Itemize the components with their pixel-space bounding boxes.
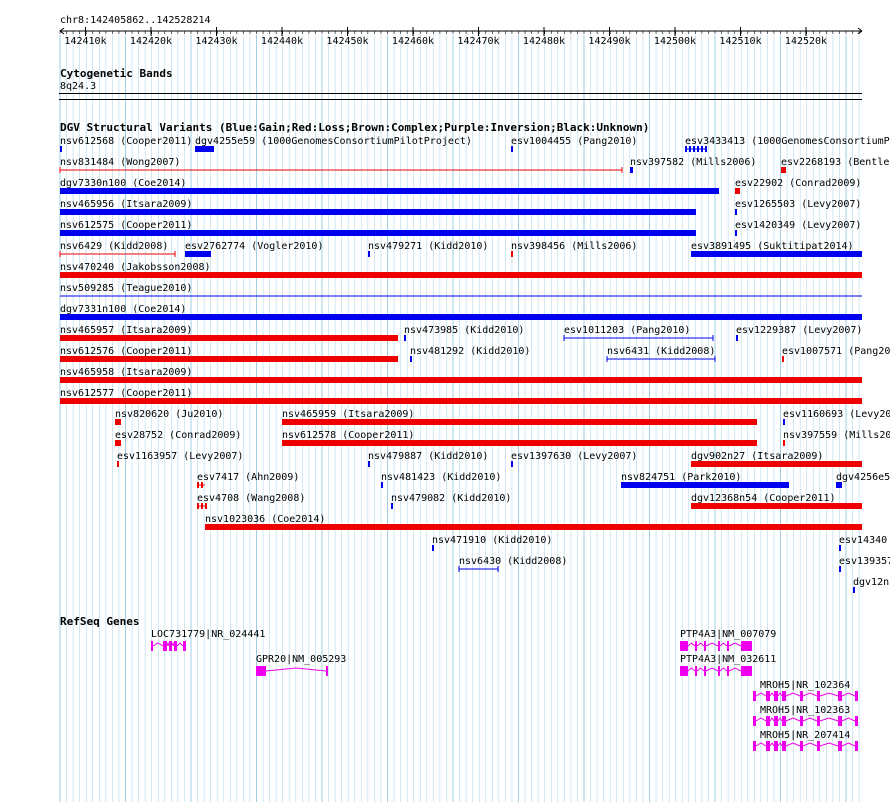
gene-label[interactable]: MROH5|NR_102364 bbox=[760, 680, 850, 691]
gene-intron bbox=[687, 667, 696, 672]
gene-intron bbox=[166, 641, 170, 647]
gene-label[interactable]: PTP4A3|NM_007079 bbox=[680, 629, 776, 640]
gene-exon[interactable] bbox=[766, 741, 770, 751]
gene-intron bbox=[705, 667, 719, 672]
gene-exon[interactable] bbox=[774, 741, 778, 751]
gene-intron bbox=[802, 742, 818, 747]
gene-exon[interactable] bbox=[800, 716, 803, 726]
gene-exon[interactable] bbox=[855, 691, 858, 701]
gene-intron bbox=[171, 641, 175, 647]
gene-intron bbox=[841, 692, 856, 697]
gene-intron bbox=[687, 642, 696, 647]
gene-label[interactable]: MROH5|NR_102363 bbox=[760, 705, 850, 716]
gene-label[interactable]: LOC731779|NR_024441 bbox=[151, 629, 265, 640]
gene-exon[interactable] bbox=[704, 641, 706, 651]
gene-intron bbox=[802, 692, 818, 697]
gene-exon[interactable] bbox=[718, 641, 720, 651]
gene-exon[interactable] bbox=[695, 641, 697, 651]
gene-intron bbox=[841, 742, 856, 747]
gene-intron bbox=[777, 717, 783, 722]
gene-exon[interactable] bbox=[782, 741, 786, 751]
gene-exon[interactable] bbox=[169, 641, 172, 651]
gene-exon[interactable] bbox=[680, 666, 688, 676]
gene-label[interactable]: PTP4A3|NM_032611 bbox=[680, 654, 776, 665]
gene-intron bbox=[769, 742, 775, 747]
gene-exon[interactable] bbox=[855, 741, 858, 751]
gene-exon[interactable] bbox=[838, 691, 842, 701]
gene-exon[interactable] bbox=[753, 741, 756, 751]
gene-exon[interactable] bbox=[817, 691, 820, 701]
gene-exon[interactable] bbox=[718, 666, 720, 676]
gene-exon[interactable] bbox=[800, 691, 803, 701]
gene-exon[interactable] bbox=[174, 641, 177, 651]
gene-exon[interactable] bbox=[774, 691, 778, 701]
gene-exon[interactable] bbox=[163, 641, 167, 651]
gene-intron bbox=[769, 717, 775, 722]
gene-exon[interactable] bbox=[183, 641, 186, 651]
refseq-features bbox=[151, 641, 858, 751]
gene-label[interactable]: GPR20|NM_005293 bbox=[256, 654, 346, 665]
gene-intron bbox=[728, 667, 742, 672]
gene-exon[interactable] bbox=[151, 641, 153, 651]
gene-intron bbox=[728, 642, 742, 647]
gene-exon[interactable] bbox=[817, 716, 820, 726]
gene-exon[interactable] bbox=[753, 716, 756, 726]
gene-intron bbox=[841, 717, 856, 722]
gene-intron bbox=[819, 717, 839, 722]
gene-intron bbox=[755, 742, 767, 747]
gene-exon[interactable] bbox=[256, 666, 266, 676]
gene-exon[interactable] bbox=[838, 716, 842, 726]
gene-exon[interactable] bbox=[838, 741, 842, 751]
gene-exon[interactable] bbox=[695, 666, 697, 676]
gene-intron bbox=[777, 692, 783, 697]
gene-exon[interactable] bbox=[727, 641, 729, 651]
genome-browser: chr8:142405862..142528214 142410k 142420k… bbox=[0, 0, 890, 802]
gene-intron bbox=[785, 692, 801, 697]
gene-intron bbox=[819, 742, 839, 747]
gene-intron bbox=[785, 717, 801, 722]
gene-intron bbox=[785, 742, 801, 747]
gene-intron bbox=[755, 692, 767, 697]
gene-exon[interactable] bbox=[855, 716, 858, 726]
gene-exon[interactable] bbox=[774, 716, 778, 726]
gene-exon[interactable] bbox=[753, 691, 756, 701]
gene-intron bbox=[755, 717, 767, 722]
gene-intron bbox=[777, 742, 783, 747]
gene-intron bbox=[819, 692, 839, 697]
gene-exon[interactable] bbox=[741, 666, 752, 676]
gene-intron bbox=[719, 667, 728, 672]
gene-intron bbox=[769, 692, 775, 697]
gene-intron bbox=[696, 642, 705, 647]
gene-exon[interactable] bbox=[326, 666, 328, 676]
gene-exon[interactable] bbox=[727, 666, 729, 676]
gene-intron bbox=[152, 642, 164, 647]
gene-exon[interactable] bbox=[800, 741, 803, 751]
gene-exon[interactable] bbox=[782, 716, 786, 726]
gene-exon[interactable] bbox=[766, 716, 770, 726]
gene-label[interactable]: MROH5|NR_207414 bbox=[760, 730, 850, 741]
gene-intron bbox=[705, 642, 719, 647]
gene-exon[interactable] bbox=[766, 691, 770, 701]
gene-intron bbox=[265, 667, 327, 672]
gene-exon[interactable] bbox=[704, 666, 706, 676]
gene-intron bbox=[719, 642, 728, 647]
gene-exon[interactable] bbox=[741, 641, 752, 651]
gene-exon[interactable] bbox=[817, 741, 820, 751]
gene-intron bbox=[696, 667, 705, 672]
gene-intron bbox=[176, 642, 184, 647]
gene-exon[interactable] bbox=[680, 641, 688, 651]
gene-intron bbox=[802, 717, 818, 722]
gene-exon[interactable] bbox=[782, 691, 786, 701]
